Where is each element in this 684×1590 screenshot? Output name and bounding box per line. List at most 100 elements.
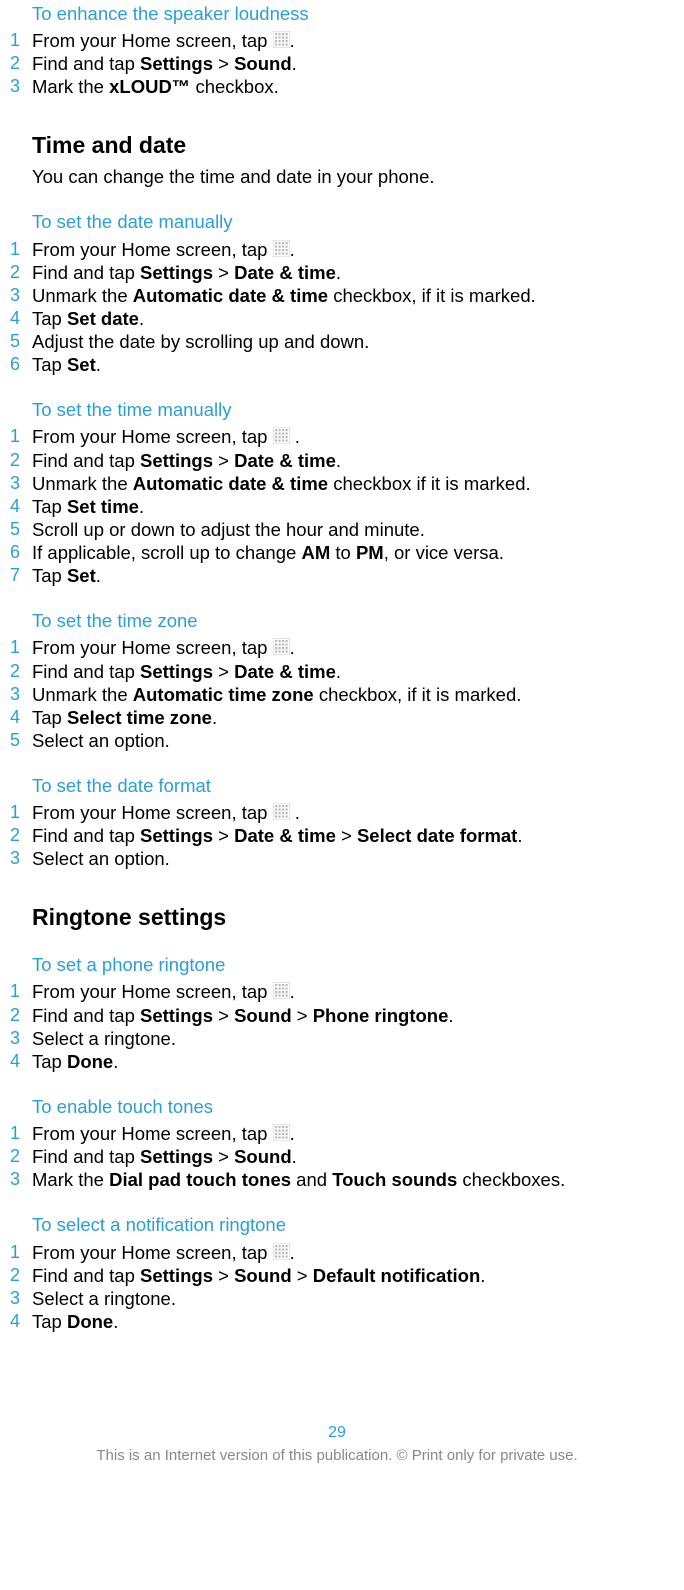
step: 1From your Home screen, tap .	[10, 29, 664, 52]
step: 1From your Home screen, tap .	[10, 425, 664, 448]
step: 7Tap Set.	[10, 564, 664, 587]
apps-grid-icon	[273, 427, 290, 444]
step-number: 1	[10, 425, 32, 448]
step-text: Unmark the Automatic date & time checkbo…	[32, 472, 664, 495]
step: 3Unmark the Automatic time zone checkbox…	[10, 683, 664, 706]
step-text: Adjust the date by scrolling up and down…	[32, 330, 664, 353]
step-list: 1From your Home screen, tap .2Find and t…	[10, 1241, 664, 1334]
step-number: 3	[10, 847, 32, 870]
footer-text: This is an Internet version of this publ…	[10, 1447, 664, 1466]
step-number: 1	[10, 980, 32, 1003]
step: 1From your Home screen, tap .	[10, 801, 664, 824]
section-title: Time and date	[32, 131, 664, 160]
step-number: 5	[10, 518, 32, 541]
procedure-heading: To set the date format	[32, 774, 664, 797]
procedure-heading: To set a phone ringtone	[32, 953, 664, 976]
page-number: 29	[10, 1423, 664, 1443]
procedure-heading: To enhance the speaker loudness	[32, 2, 664, 25]
step-number: 5	[10, 330, 32, 353]
step: 2Find and tap Settings > Date & time > S…	[10, 824, 664, 847]
apps-grid-icon	[273, 803, 290, 820]
step-text: From your Home screen, tap .	[32, 980, 664, 1003]
procedure-heading: To enable touch tones	[32, 1095, 664, 1118]
step-text: Find and tap Settings > Date & time.	[32, 449, 664, 472]
step-list: 1From your Home screen, tap .2Find and t…	[10, 980, 664, 1073]
step-text: Tap Done.	[32, 1310, 664, 1333]
step-number: 1	[10, 1122, 32, 1145]
step-text: Find and tap Settings > Date & time.	[32, 660, 664, 683]
step-number: 7	[10, 564, 32, 587]
procedure-heading: To set the time manually	[32, 398, 664, 421]
step-number: 3	[10, 472, 32, 495]
step-text: From your Home screen, tap .	[32, 29, 664, 52]
step: 5Scroll up or down to adjust the hour an…	[10, 518, 664, 541]
apps-grid-icon	[273, 982, 290, 999]
step-list: 1From your Home screen, tap .2Find and t…	[10, 636, 664, 752]
step: 2Find and tap Settings > Date & time.	[10, 660, 664, 683]
step: 2Find and tap Settings > Sound.	[10, 1145, 664, 1168]
step-text: Tap Set.	[32, 353, 664, 376]
step-number: 2	[10, 824, 32, 847]
step-text: From your Home screen, tap .	[32, 1241, 664, 1264]
step-number: 1	[10, 1241, 32, 1264]
step-number: 2	[10, 1004, 32, 1027]
step: 6Tap Set.	[10, 353, 664, 376]
step-text: Find and tap Settings > Sound.	[32, 52, 664, 75]
document-page: To enhance the speaker loudness1From you…	[10, 2, 664, 1466]
step-text: Find and tap Settings > Sound.	[32, 1145, 664, 1168]
step: 3Mark the xLOUD™ checkbox.	[10, 75, 664, 98]
step-text: From your Home screen, tap .	[32, 636, 664, 659]
step-number: 6	[10, 353, 32, 376]
step: 4Tap Select time zone.	[10, 706, 664, 729]
step: 2Find and tap Settings > Sound.	[10, 52, 664, 75]
section-title: Ringtone settings	[32, 903, 664, 932]
step-text: From your Home screen, tap .	[32, 425, 664, 448]
step-text: Unmark the Automatic date & time checkbo…	[32, 284, 664, 307]
step-text: Select an option.	[32, 729, 664, 752]
step-list: 1From your Home screen, tap .2Find and t…	[10, 29, 664, 98]
step-number: 4	[10, 1310, 32, 1333]
step-number: 4	[10, 1050, 32, 1073]
step-list: 1From your Home screen, tap .2Find and t…	[10, 425, 664, 587]
step: 2Find and tap Settings > Sound > Phone r…	[10, 1004, 664, 1027]
step-number: 2	[10, 1264, 32, 1287]
step-list: 1From your Home screen, tap .2Find and t…	[10, 801, 664, 870]
step-list: 1From your Home screen, tap .2Find and t…	[10, 238, 664, 377]
apps-grid-icon	[273, 31, 290, 48]
step-text: Find and tap Settings > Date & time > Se…	[32, 824, 664, 847]
step: 1From your Home screen, tap .	[10, 1122, 664, 1145]
step-text: From your Home screen, tap .	[32, 238, 664, 261]
step-text: Find and tap Settings > Date & time.	[32, 261, 664, 284]
step-text: Select an option.	[32, 847, 664, 870]
step: 3Select a ringtone.	[10, 1287, 664, 1310]
step-text: Tap Select time zone.	[32, 706, 664, 729]
step-number: 3	[10, 1287, 32, 1310]
step-number: 2	[10, 660, 32, 683]
step-number: 2	[10, 261, 32, 284]
step-number: 3	[10, 1027, 32, 1050]
step-text: Find and tap Settings > Sound > Phone ri…	[32, 1004, 664, 1027]
step-text: Select a ringtone.	[32, 1287, 664, 1310]
apps-grid-icon	[273, 638, 290, 655]
step-text: Find and tap Settings > Sound > Default …	[32, 1264, 664, 1287]
step-list: 1From your Home screen, tap .2Find and t…	[10, 1122, 664, 1191]
step: 5Select an option.	[10, 729, 664, 752]
step-number: 1	[10, 801, 32, 824]
step: 2Find and tap Settings > Date & time.	[10, 449, 664, 472]
step-number: 6	[10, 541, 32, 564]
step: 1From your Home screen, tap .	[10, 1241, 664, 1264]
step-number: 2	[10, 1145, 32, 1168]
step-number: 4	[10, 706, 32, 729]
step-text: Scroll up or down to adjust the hour and…	[32, 518, 664, 541]
step-text: From your Home screen, tap .	[32, 1122, 664, 1145]
step-number: 3	[10, 683, 32, 706]
step-text: Tap Set date.	[32, 307, 664, 330]
step: 3Unmark the Automatic date & time checkb…	[10, 284, 664, 307]
section-intro: You can change the time and date in your…	[32, 165, 664, 188]
step-number: 1	[10, 29, 32, 52]
step-text: Mark the Dial pad touch tones and Touch …	[32, 1168, 664, 1191]
step: 2Find and tap Settings > Sound > Default…	[10, 1264, 664, 1287]
step: 4Tap Done.	[10, 1310, 664, 1333]
step-number: 5	[10, 729, 32, 752]
step-number: 1	[10, 238, 32, 261]
